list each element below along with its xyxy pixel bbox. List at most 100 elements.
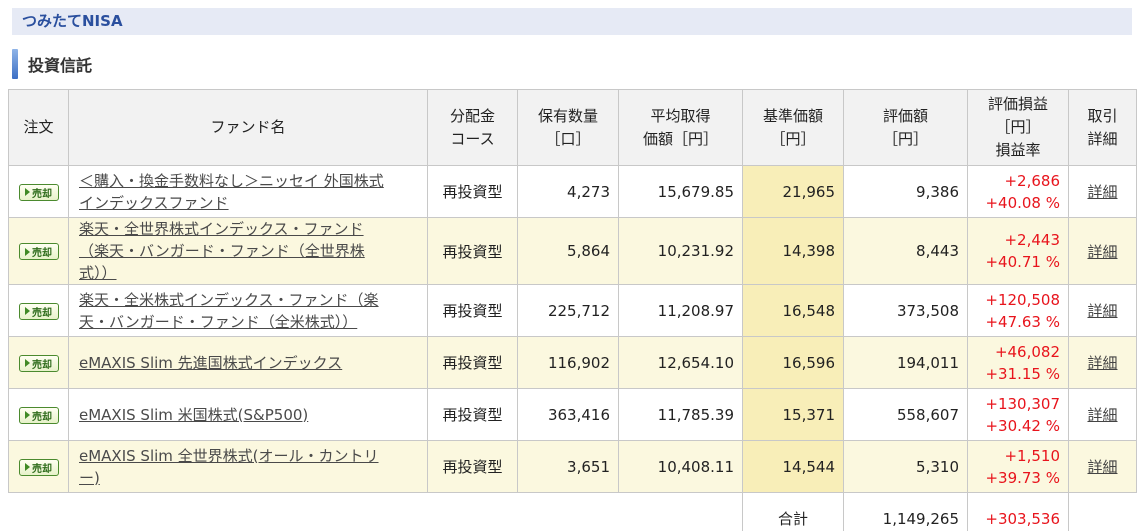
market-value-cell: 8,443 [843,217,968,285]
account-type-bar: つみたてNISA [12,8,1132,35]
detail-cell: 詳細 [1068,336,1137,389]
sell-button-label: 売却 [32,411,52,423]
sell-button-label: 売却 [32,359,52,371]
quantity-cell: 116,902 [517,336,619,389]
section-heading: 投資信託 [12,49,92,79]
distribution-course-cell: 再投資型 [427,336,518,389]
quantity-cell: 363,416 [517,388,619,441]
gain-amount: +2,686 [1004,171,1060,190]
detail-link[interactable]: 詳細 [1087,302,1117,320]
market-value-cell: 558,607 [843,388,968,441]
market-value-cell: 373,508 [843,284,968,337]
market-value-cell: 5,310 [843,440,968,493]
gain-rate: +47.63 % [985,312,1060,331]
sell-button-label: 売却 [32,463,52,475]
order-cell: 売却 [8,165,69,218]
nav-cell: 15,371 [742,388,844,441]
table-row: 売却 楽天・全世界株式インデックス・ファンド （楽天・バンガード・ファンド（全世界株… [8,217,1137,285]
gain-rate: +40.71 % [985,253,1060,271]
nav-cell: 14,544 [742,440,844,493]
average-cost-cell: 10,231.92 [618,217,743,285]
total-spacer [9,493,743,531]
order-cell: 売却 [8,388,69,441]
nav-cell: 16,596 [742,336,844,389]
header-market-value: 評価額 ［円］ [843,89,968,166]
play-arrow-icon [25,188,30,197]
fund-name-link[interactable]: eMAXIS Slim 全世界株式(オール・カントリ ー) [79,447,379,487]
fund-name-cell: ＜購入・換金手数料なし＞ニッセイ 外国株式 インデックスファンド [68,165,428,218]
total-label: 合計 [742,492,844,531]
sell-button[interactable]: 売却 [18,183,59,201]
fund-name-link[interactable]: eMAXIS Slim 先進国株式インデックス [79,354,342,372]
quantity-cell: 3,651 [517,440,619,493]
sell-button-label: 売却 [32,248,52,260]
average-cost-cell: 11,785.39 [618,388,743,441]
header-fund-name: ファンド名 [68,89,428,166]
header-transaction-detail: 取引 詳細 [1068,89,1137,166]
total-market-value: 1,149,265 [843,492,968,531]
sell-button[interactable]: 売却 [18,406,59,424]
fund-name-cell: 楽天・全米株式インデックス・ファンド（楽 天・バンガード・ファンド（全米株式）） [68,284,428,337]
sell-button[interactable]: 売却 [18,243,59,261]
fund-name-link[interactable]: ＜購入・換金手数料なし＞ニッセイ 外国株式 インデックスファンド [79,172,384,212]
distribution-course-cell: 再投資型 [427,388,518,441]
fund-name-link[interactable]: eMAXIS Slim 米国株式(S&P500) [79,406,308,424]
sell-button-label: 売却 [32,188,52,200]
total-unrealized-gain: +303,536 [967,492,1069,531]
table-row: 売却 楽天・全米株式インデックス・ファンド（楽 天・バンガード・ファンド（全米株式）… [8,284,1137,337]
quantity-cell: 4,273 [517,165,619,218]
total-spacer-end [1069,493,1137,531]
detail-cell: 詳細 [1068,388,1137,441]
detail-link[interactable]: 詳細 [1087,183,1117,201]
average-cost-cell: 12,654.10 [618,336,743,389]
detail-link[interactable]: 詳細 [1087,406,1117,424]
detail-link[interactable]: 詳細 [1087,458,1117,476]
total-row: 合計 1,149,265 +303,536 [9,492,1137,531]
header-unrealized-gain: 評価損益 ［円］ 損益率 [967,89,1069,166]
distribution-course-cell: 再投資型 [427,165,518,218]
average-cost-cell: 15,679.85 [618,165,743,218]
unrealized-gain-cell: +2,686 +40.08 % [967,165,1069,218]
market-value-cell: 194,011 [843,336,968,389]
fund-name-link[interactable]: 楽天・全米株式インデックス・ファンド（楽 天・バンガード・ファンド（全米株式）） [79,291,379,331]
holdings-table: 注文 ファンド名 分配金 コース 保有数量 ［口］ 平均取得 価額［円］ 基準価額 ［円… [8,89,1137,531]
unrealized-gain-cell: +120,508 +47.63 % [967,284,1069,337]
header-order: 注文 [8,89,69,166]
header-nav: 基準価額 ［円］ [742,89,844,166]
unrealized-gain-cell: +130,307 +30.42 % [967,388,1069,441]
gain-amount: +130,307 [985,394,1060,413]
detail-link[interactable]: 詳細 [1087,354,1117,372]
quantity-cell: 225,712 [517,284,619,337]
page: つみたてNISA 投資信託 注文 ファンド名 分配金 コース 保有数量 ［口］ 平均… [0,0,1138,531]
quantity-cell: 5,864 [517,217,619,285]
gain-rate: +30.42 % [985,416,1060,435]
section-title: 投資信託 [28,56,93,75]
gain-amount: +120,508 [985,290,1060,309]
detail-link[interactable]: 詳細 [1087,243,1117,261]
fund-name-link[interactable]: 楽天・全世界株式インデックス・ファンド （楽天・バンガード・ファンド（全世界株 式）… [79,220,365,282]
table-row: 売却 eMAXIS Slim 全世界株式(オール・カントリ ー) 再投資型 3,651 1… [8,440,1137,493]
average-cost-cell: 11,208.97 [618,284,743,337]
play-arrow-icon [25,411,30,420]
nav-cell: 21,965 [742,165,844,218]
sell-button[interactable]: 売却 [18,354,59,372]
sell-button[interactable]: 売却 [18,458,59,476]
table-row: 売却 eMAXIS Slim 米国株式(S&P500) 再投資型 363,416 11,… [8,388,1137,441]
play-arrow-icon [25,247,30,256]
gain-rate: +39.73 % [985,468,1060,487]
gain-rate: +31.15 % [985,364,1060,383]
unrealized-gain-cell: +2,443 +40.71 % [967,217,1069,285]
market-value-cell: 9,386 [843,165,968,218]
detail-cell: 詳細 [1068,284,1137,337]
header-quantity: 保有数量 ［口］ [517,89,619,166]
order-cell: 売却 [8,217,69,285]
order-cell: 売却 [8,336,69,389]
distribution-course-cell: 再投資型 [427,217,518,285]
gain-rate: +40.08 % [985,193,1060,212]
sell-button-label: 売却 [32,307,52,319]
section-marker [12,49,18,79]
holdings-body: 売却 ＜購入・換金手数料なし＞ニッセイ 外国株式 インデックスファンド 再投資型 4,2… [8,165,1137,531]
sell-button[interactable]: 売却 [18,302,59,320]
distribution-course-cell: 再投資型 [427,284,518,337]
nav-cell: 16,548 [742,284,844,337]
